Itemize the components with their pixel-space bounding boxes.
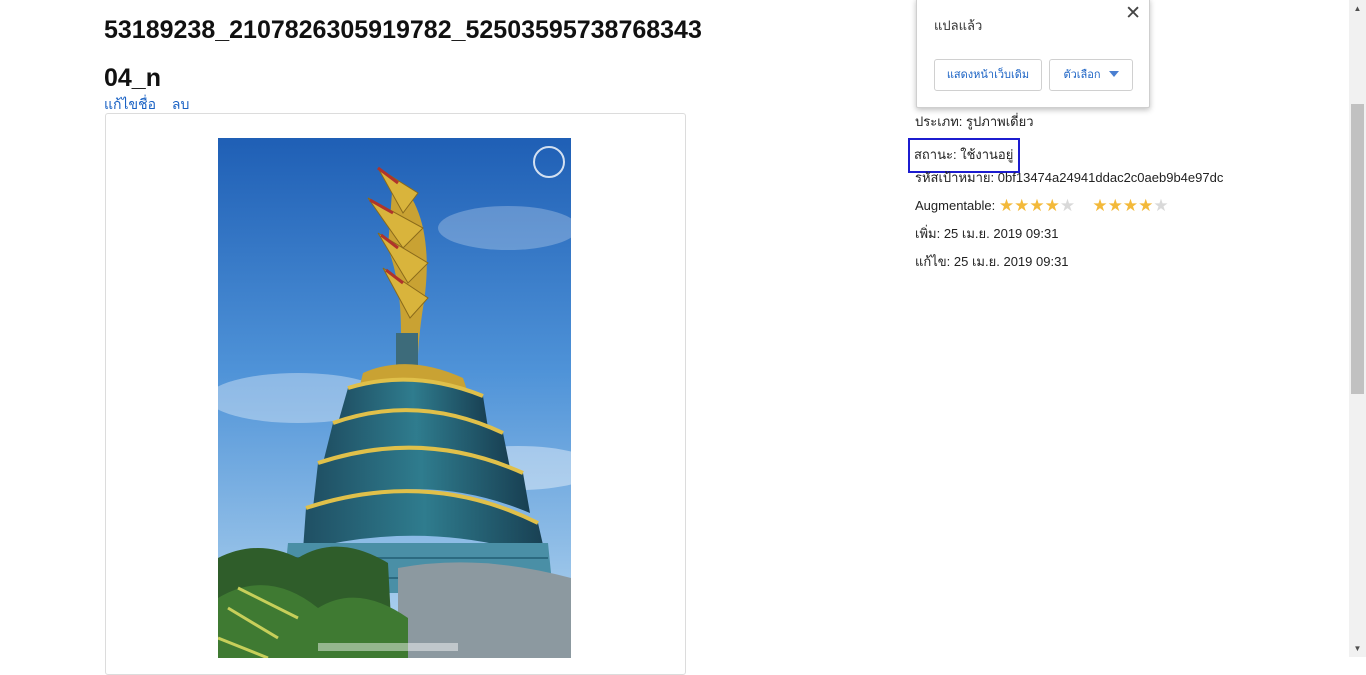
translate-message: แปลแล้ว [934, 18, 983, 33]
augmentable-rating: ★★★★★ [999, 196, 1075, 216]
target-image [218, 138, 571, 658]
show-original-button[interactable]: แสดงหน้าเว็บเดิม [934, 59, 1042, 91]
vertical-scrollbar[interactable]: ▲ ▼ [1349, 0, 1366, 657]
added-value: 25 เม.ย. 2019 09:31 [943, 226, 1059, 241]
close-icon[interactable]: ✕ [1125, 2, 1141, 25]
delete-link[interactable]: ลบ [172, 96, 189, 112]
scrollbar-thumb[interactable] [1351, 104, 1364, 394]
image-preview-panel [105, 113, 686, 675]
scroll-down-arrow-icon[interactable]: ▼ [1349, 640, 1366, 657]
added-row: เพิ่ม: 25 เม.ย. 2019 09:31 [915, 224, 1223, 252]
translate-options-label: ตัวเลือก [1063, 69, 1101, 81]
translate-popup: แปลแล้ว ✕ แสดงหน้าเว็บเดิม ตัวเลือก [916, 0, 1150, 108]
edited-row: แก้ไข: 25 เม.ย. 2019 09:31 [915, 252, 1223, 280]
status-label: สถานะ: [914, 147, 957, 162]
augmentable-row: Augmentable: ★★★★★ ★★★★★ [915, 196, 1223, 224]
type-label: ประเภท: [915, 114, 963, 129]
status-row: สถานะ: ใช้งานอยู่ [908, 138, 1223, 173]
augmentable-rating-secondary: ★★★★★ [1092, 196, 1168, 216]
type-row: ประเภท: รูปภาพเดี่ยว [915, 112, 1223, 140]
star-filled-icon: ★ [1138, 196, 1154, 215]
added-label: เพิ่ม: [915, 226, 941, 241]
star-filled-icon: ★ [1029, 196, 1045, 215]
edited-value: 25 เม.ย. 2019 09:31 [953, 254, 1069, 269]
scroll-up-arrow-icon[interactable]: ▲ [1349, 0, 1366, 17]
augmentable-label: Augmentable: [915, 198, 996, 213]
star-filled-icon: ★ [1014, 196, 1030, 215]
translate-options-button[interactable]: ตัวเลือก [1049, 59, 1133, 91]
status-value: ใช้งานอยู่ [960, 147, 1014, 162]
target-metadata: ประเภท: รูปภาพเดี่ยว สถานะ: ใช้งานอยู่ ร… [908, 112, 1223, 280]
dropdown-caret-icon [1108, 71, 1119, 77]
star-empty-icon: ★ [1153, 196, 1169, 215]
rename-link[interactable]: แก้ไขชื่อ [104, 96, 156, 112]
star-filled-icon: ★ [1044, 196, 1060, 215]
target-id-value: 0bf13474a24941ddac2c0aeb9b4e97dc [997, 170, 1224, 185]
star-filled-icon: ★ [1107, 196, 1123, 215]
edited-label: แก้ไข: [915, 254, 951, 269]
target-id-row: รหัสเป้าหมาย: 0bf13474a24941ddac2c0aeb9b… [915, 168, 1223, 196]
star-filled-icon: ★ [998, 196, 1015, 215]
star-filled-icon: ★ [1122, 196, 1139, 215]
star-empty-icon: ★ [1059, 196, 1076, 215]
star-filled-icon: ★ [1092, 196, 1108, 215]
page-title: 53189238_2107826305919782_52503595738768… [104, 16, 702, 92]
type-value: รูปภาพเดี่ยว [966, 114, 1034, 129]
target-id-label: รหัสเป้าหมาย: [915, 170, 995, 185]
